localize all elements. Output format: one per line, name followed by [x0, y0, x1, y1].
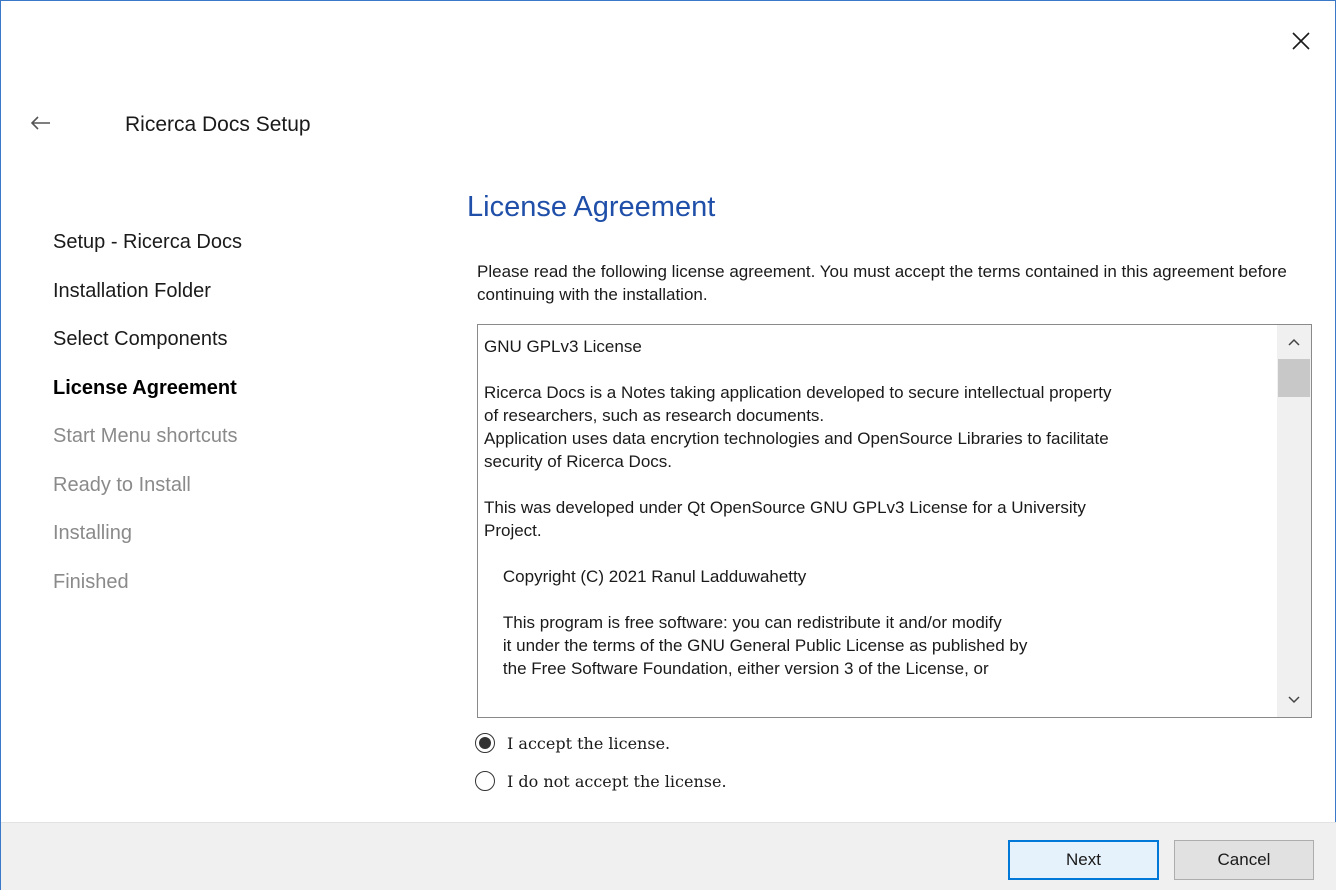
window-title: Ricerca Docs Setup: [125, 113, 311, 136]
cancel-button[interactable]: Cancel: [1174, 840, 1314, 880]
scroll-thumb[interactable]: [1278, 359, 1310, 397]
scroll-up-button[interactable]: [1277, 325, 1311, 359]
step-start-menu-shortcuts: Start Menu shortcuts: [53, 425, 238, 447]
close-icon: [1292, 32, 1310, 50]
decline-license-option[interactable]: I do not accept the license.: [475, 771, 727, 791]
scroll-down-button[interactable]: [1277, 683, 1311, 717]
accept-license-option[interactable]: I accept the license.: [475, 733, 670, 753]
step-ready-to-install: Ready to Install: [53, 473, 191, 496]
step-installation-folder: Installation Folder: [53, 279, 211, 302]
step-select-components: Select Components: [53, 328, 228, 350]
step-finished: Finished: [53, 570, 129, 593]
radio-selected-dot: [479, 737, 491, 749]
step-license-agreement: License Agreement: [53, 376, 237, 399]
vertical-scrollbar[interactable]: [1277, 325, 1311, 717]
step-installing: Installing: [53, 522, 132, 544]
accept-radio[interactable]: [475, 733, 495, 753]
setup-window: Ricerca Docs Setup Setup - Ricerca Docs …: [0, 0, 1336, 890]
license-text: GNU GPLv3 License Ricerca Docs is a Note…: [484, 337, 1112, 678]
decline-radio[interactable]: [475, 771, 495, 791]
intro-text: Please read the following license agreem…: [477, 262, 1287, 304]
accept-label: I accept the license.: [507, 733, 671, 753]
chevron-down-icon: [1288, 696, 1300, 704]
footer-bar: Next Cancel: [1, 822, 1336, 890]
next-button[interactable]: Next: [1008, 840, 1159, 880]
step-setup: Setup - Ricerca Docs: [53, 231, 242, 253]
wizard-steps: Setup - Ricerca Docs Installation Folder…: [53, 227, 433, 615]
decline-label: I do not accept the license.: [507, 771, 727, 791]
license-textbox[interactable]: GNU GPLv3 License Ricerca Docs is a Note…: [477, 324, 1312, 718]
arrow-left-icon: [31, 116, 50, 130]
chevron-up-icon: [1288, 338, 1300, 346]
page-title: License Agreement: [467, 191, 716, 223]
close-button[interactable]: [1281, 21, 1321, 61]
back-button[interactable]: [21, 107, 61, 139]
